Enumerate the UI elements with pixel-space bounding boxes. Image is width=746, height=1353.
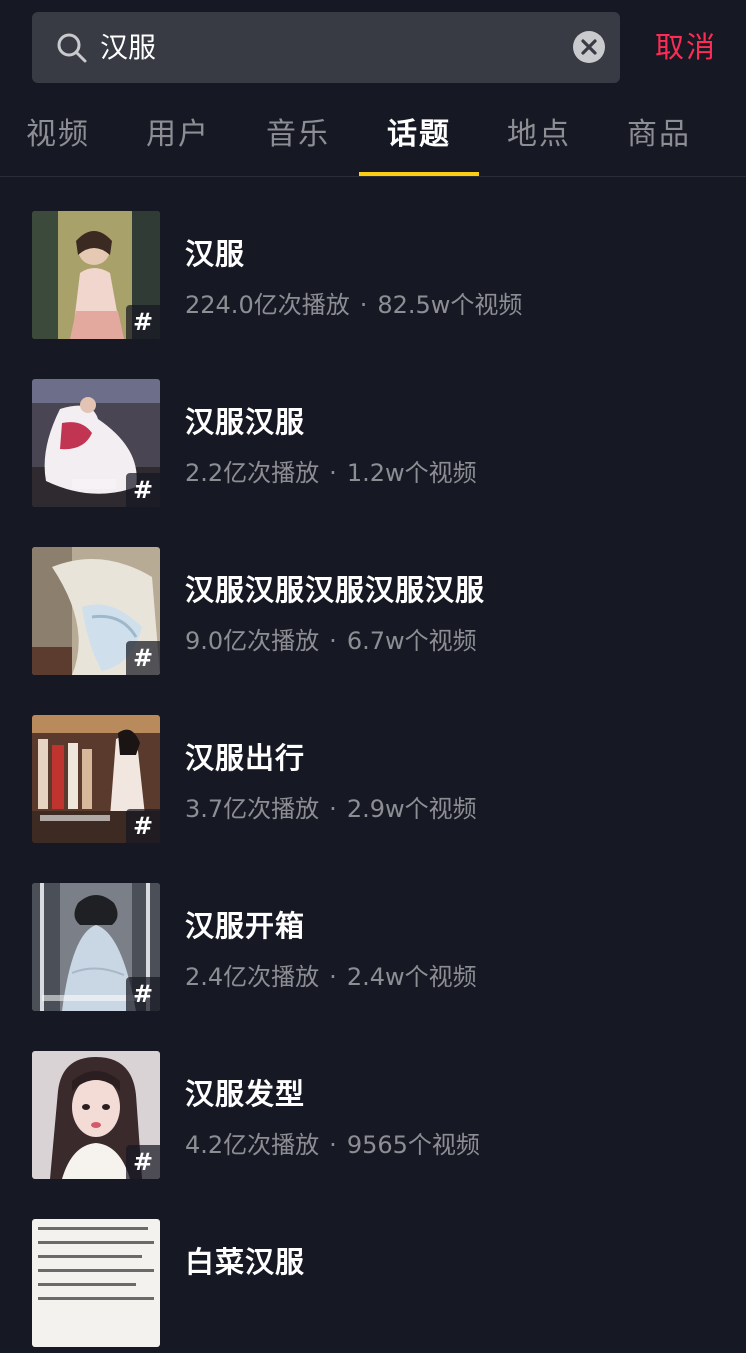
video-count: 2.9w个视频 [346,795,477,823]
topic-stats: 4.2亿次播放 · 9565个视频 [185,1125,480,1160]
video-count: 1.2w个视频 [346,459,477,487]
separator: · [329,963,337,991]
topic-item[interactable]: 白菜汉服 [0,1185,746,1353]
separator: · [329,795,337,823]
topic-thumbnail: # [32,211,160,339]
topic-stats: 9.0亿次播放 · 6.7w个视频 [185,621,477,656]
tab-products[interactable]: 商品 [599,100,719,176]
play-count: 2.2亿次播放 [185,459,320,487]
topic-stats: 2.2亿次播放 · 1.2w个视频 [185,453,477,488]
hashtag-icon: # [126,305,160,339]
search-input[interactable]: 汉服 [100,12,580,83]
topic-thumbnail: # [32,715,160,843]
video-count: 82.5w个视频 [377,291,523,319]
cancel-button[interactable]: 取消 [640,12,732,83]
clear-icon[interactable] [573,31,605,63]
topic-item[interactable]: # 汉服发型 4.2亿次播放 · 9565个视频 [0,1017,746,1185]
search-icon [57,33,87,63]
video-count: 6.7w个视频 [346,627,477,655]
search-box[interactable]: 汉服 [32,12,620,83]
tab-topics[interactable]: 话题 [359,100,479,176]
topic-title: 汉服 [185,237,246,271]
topic-title: 白菜汉服 [185,1245,306,1279]
topic-thumbnail: # [32,379,160,507]
play-count: 4.2亿次播放 [185,1131,320,1159]
separator: · [329,459,337,487]
topic-title: 汉服汉服 [185,405,306,439]
topic-item[interactable]: # 汉服汉服 2.2亿次播放 · 1.2w个视频 [0,345,746,513]
hashtag-icon: # [126,1145,160,1179]
hashtag-icon: # [126,473,160,507]
separator: · [329,1131,337,1159]
separator: · [359,291,368,319]
topic-item[interactable]: # 汉服开箱 2.4亿次播放 · 2.4w个视频 [0,849,746,1017]
topic-stats: 2.4亿次播放 · 2.4w个视频 [185,957,477,992]
hashtag-icon: # [126,641,160,675]
topic-item[interactable]: # 汉服出行 3.7亿次播放 · 2.9w个视频 [0,681,746,849]
hashtag-icon: # [126,809,160,843]
video-count: 2.4w个视频 [346,963,477,991]
play-count: 224.0亿次播放 [185,291,350,319]
topic-title: 汉服汉服汉服汉服汉服 [185,573,486,607]
play-count: 3.7亿次播放 [185,795,320,823]
hashtag-icon: # [126,977,160,1011]
topic-thumbnail: # [32,883,160,1011]
topic-title: 汉服开箱 [185,909,306,943]
active-tab-indicator [359,172,479,176]
topic-thumbnail [32,1219,160,1347]
tab-places[interactable]: 地点 [479,100,599,176]
search-bar: 汉服 取消 [0,0,746,96]
tab-videos[interactable]: 视频 [0,100,118,176]
tab-music[interactable]: 音乐 [238,100,358,176]
topic-item[interactable]: # 汉服 224.0亿次播放 · 82.5w个视频 [0,177,746,345]
topic-stats: 3.7亿次播放 · 2.9w个视频 [185,789,477,824]
video-count: 9565个视频 [346,1131,480,1159]
tab-users[interactable]: 用户 [118,100,238,176]
play-count: 2.4亿次播放 [185,963,320,991]
topic-title: 汉服发型 [185,1077,306,1111]
topic-item[interactable]: # 汉服汉服汉服汉服汉服 9.0亿次播放 · 6.7w个视频 [0,513,746,681]
topic-stats: 224.0亿次播放 · 82.5w个视频 [185,285,522,320]
topic-thumbnail: # [32,1051,160,1179]
search-category-tabs: 视频 用户 音乐 话题 地点 商品 [0,100,746,177]
topic-thumbnail: # [32,547,160,675]
separator: · [329,627,337,655]
topic-title: 汉服出行 [185,741,306,775]
play-count: 9.0亿次播放 [185,627,320,655]
